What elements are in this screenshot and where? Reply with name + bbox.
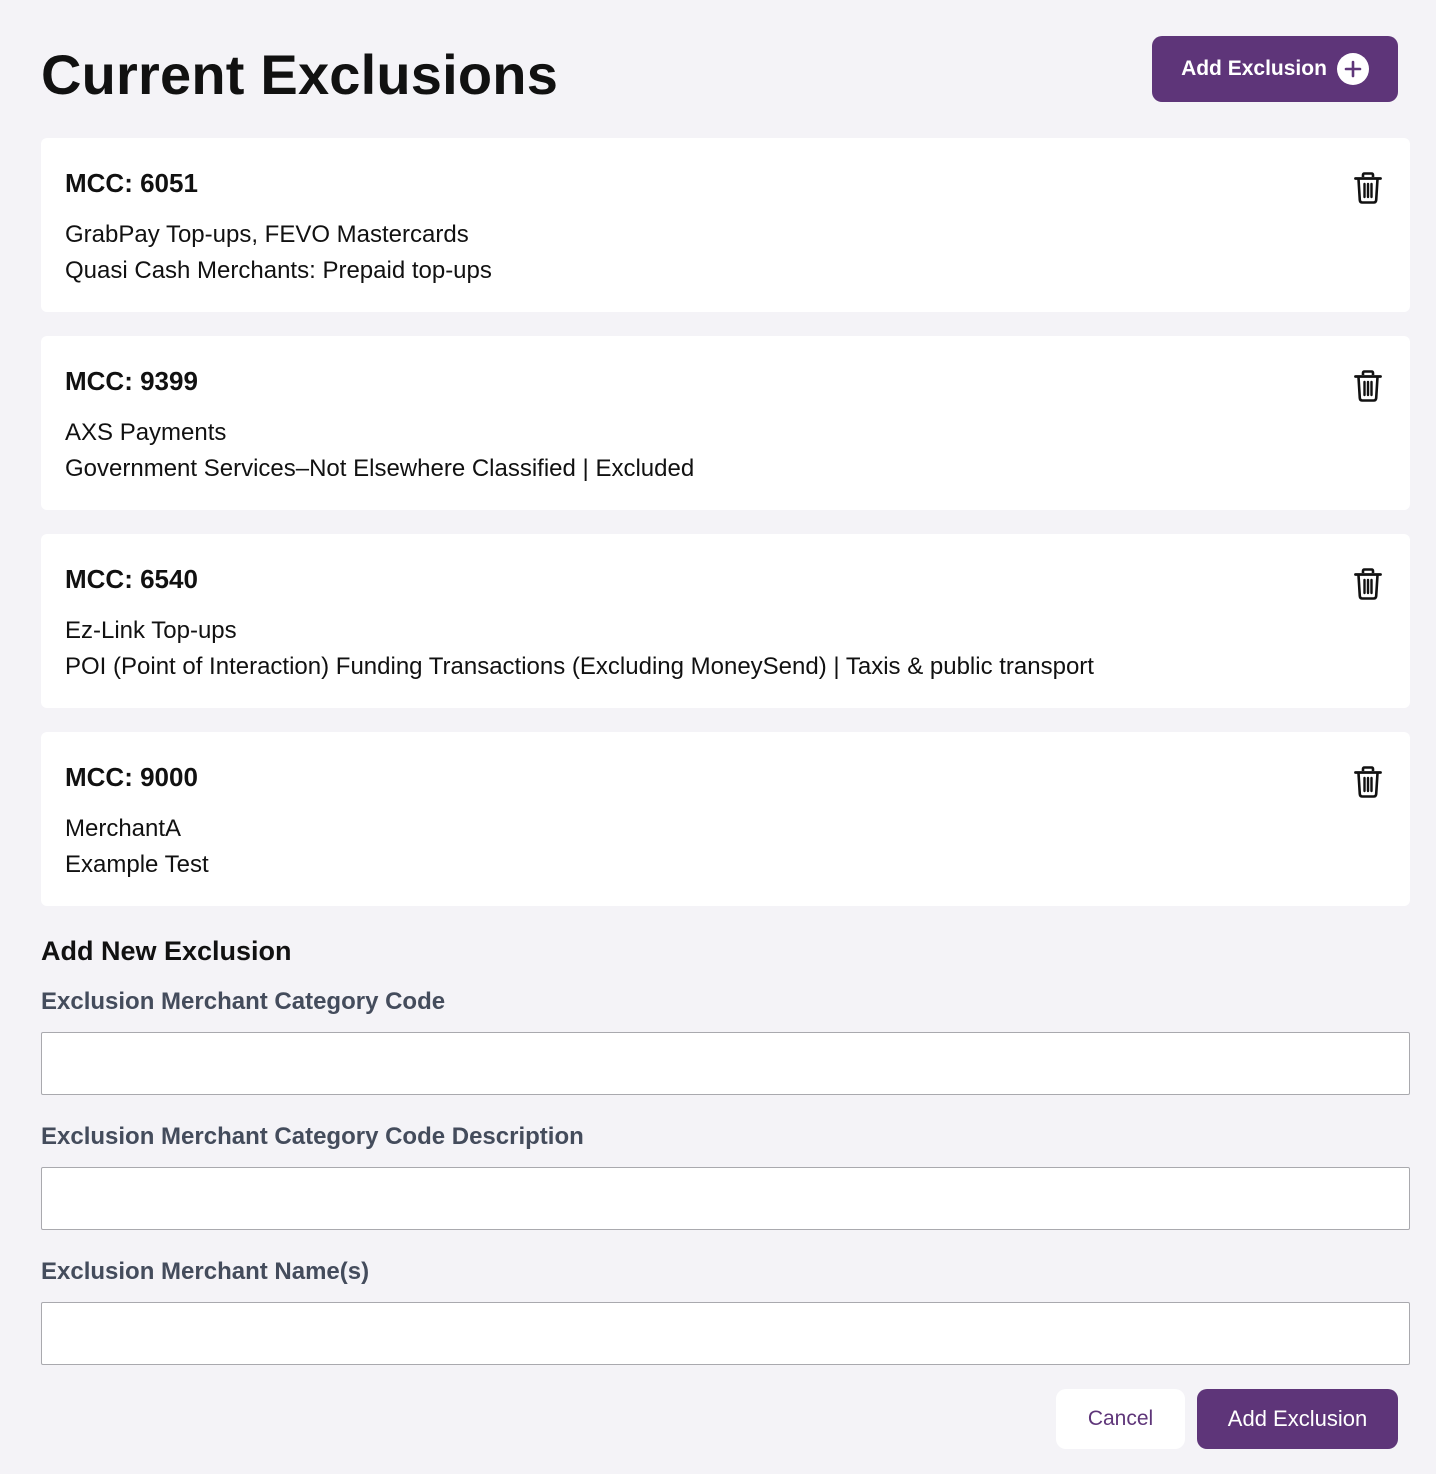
add-exclusion-button-label: Add Exclusion [1181,57,1327,80]
merchant-names-input[interactable] [41,1302,1410,1365]
merchant-names-label: Exclusion Merchant Name(s) [41,1258,370,1285]
exclusion-merchants: MerchantA [65,815,182,842]
trash-icon [1354,370,1382,402]
exclusion-description: Example Test [65,851,209,878]
page-title: Current Exclusions [41,43,559,106]
exclusion-card: MCC: 9000 MerchantA Example Test [41,732,1410,906]
page-header: Current Exclusions Add Exclusion [41,36,1398,106]
mcc-code-label: Exclusion Merchant Category Code [41,988,446,1015]
plus-circle-icon [1336,53,1369,85]
exclusion-card: MCC: 6051 GrabPay Top-ups, FEVO Masterca… [41,138,1410,312]
delete-exclusion-button[interactable] [1352,764,1384,800]
exclusion-code: MCC: 6051 [65,168,198,198]
exclusion-code: MCC: 9000 [65,762,198,792]
mcc-description-input[interactable] [41,1167,1410,1230]
exclusion-card: MCC: 9399 AXS Payments Government Servic… [41,336,1410,510]
exclusion-code: MCC: 6540 [65,564,198,594]
trash-icon [1354,172,1382,204]
cancel-button[interactable]: Cancel [1056,1389,1185,1449]
add-new-exclusion-title: Add New Exclusion [41,936,292,966]
exclusion-card: MCC: 6540 Ez-Link Top-ups POI (Point of … [41,534,1410,708]
exclusion-code: MCC: 9399 [65,366,198,396]
exclusion-merchants: AXS Payments [65,419,227,446]
exclusion-description: Quasi Cash Merchants: Prepaid top-ups [65,257,492,284]
delete-exclusion-button[interactable] [1352,368,1384,404]
exclusion-merchants: Ez-Link Top-ups [65,617,237,644]
trash-icon [1354,568,1382,600]
delete-exclusion-button[interactable] [1352,170,1384,206]
add-exclusion-button[interactable]: Add Exclusion [1152,36,1398,102]
exclusion-merchants: GrabPay Top-ups, FEVO Mastercards [65,221,469,248]
mcc-code-input[interactable] [41,1032,1410,1095]
delete-exclusion-button[interactable] [1352,566,1384,602]
submit-add-exclusion-button[interactable]: Add Exclusion [1197,1389,1398,1449]
exclusion-description: POI (Point of Interaction) Funding Trans… [65,653,1094,680]
exclusion-description: Government Services–Not Elsewhere Classi… [65,455,695,482]
trash-icon [1354,766,1382,798]
mcc-description-label: Exclusion Merchant Category Code Descrip… [41,1123,584,1150]
